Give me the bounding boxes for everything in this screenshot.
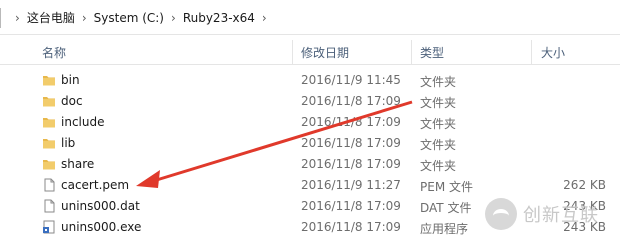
file-size: 262 KB	[563, 178, 606, 192]
column-divider[interactable]	[411, 40, 412, 64]
breadcrumb-ruby23[interactable]: Ruby23-x64	[183, 11, 255, 25]
file-date: 2016/11/8 17:09	[301, 94, 401, 108]
column-headers: 名称 修改日期 类型 大小	[0, 40, 620, 65]
column-header-date[interactable]: 修改日期	[301, 44, 349, 61]
file-name: bin	[61, 73, 80, 87]
file-icon	[42, 199, 56, 213]
file-type: PEM 文件	[420, 180, 473, 194]
file-date: 2016/11/8 17:09	[301, 220, 401, 234]
chevron-right-icon[interactable]: ›	[262, 11, 267, 25]
folder-icon	[42, 73, 56, 87]
file-type: 文件夹	[420, 117, 457, 131]
column-header-type[interactable]: 类型	[420, 44, 444, 61]
file-date: 2016/11/8 17:09	[301, 115, 401, 129]
column-divider[interactable]	[292, 40, 293, 64]
file-type: DAT 文件	[420, 201, 472, 215]
file-type: 文件夹	[420, 159, 457, 173]
chevron-right-icon[interactable]: ›	[171, 11, 176, 25]
file-row[interactable]: share 2016/11/8 17:09 文件夹	[0, 154, 620, 175]
file-date: 2016/11/9 11:27	[301, 178, 401, 192]
file-type: 文件夹	[420, 75, 457, 89]
file-type: 文件夹	[420, 138, 457, 152]
exe-icon	[42, 220, 56, 234]
file-date: 2016/11/8 17:09	[301, 136, 401, 150]
chevron-right-icon[interactable]: ›	[82, 11, 87, 25]
folder-icon	[42, 157, 56, 171]
file-type: 文件夹	[420, 96, 457, 110]
address-bar-edge	[0, 8, 1, 28]
file-icon	[42, 178, 56, 192]
folder-icon	[42, 136, 56, 150]
file-row[interactable]: cacert.pem 2016/11/9 11:27 PEM 文件 262 KB	[0, 175, 620, 196]
chevron-right-icon[interactable]: ›	[15, 11, 20, 25]
watermark-logo-icon	[485, 198, 517, 230]
file-name: lib	[61, 136, 76, 150]
folder-icon	[42, 94, 56, 108]
file-date: 2016/11/8 17:09	[301, 199, 401, 213]
column-header-size[interactable]: 大小	[541, 44, 565, 61]
file-type: 应用程序	[420, 222, 469, 236]
file-row[interactable]: bin 2016/11/9 11:45 文件夹	[0, 70, 620, 91]
folder-icon	[42, 115, 56, 129]
file-date: 2016/11/9 11:45	[301, 73, 401, 87]
file-name: unins000.dat	[61, 199, 140, 213]
file-date: 2016/11/8 17:09	[301, 157, 401, 171]
column-divider[interactable]	[531, 40, 532, 64]
breadcrumb-system-c[interactable]: System (C:)	[94, 11, 164, 25]
breadcrumb-this-pc[interactable]: 这台电脑	[27, 9, 75, 26]
file-name: unins000.exe	[61, 220, 142, 234]
column-header-name[interactable]: 名称	[42, 44, 66, 61]
file-row[interactable]: lib 2016/11/8 17:09 文件夹	[0, 133, 620, 154]
file-name: share	[61, 157, 95, 171]
file-row[interactable]: include 2016/11/8 17:09 文件夹	[0, 112, 620, 133]
breadcrumb: › 这台电脑 › System (C:) › Ruby23-x64 ›	[8, 9, 274, 26]
address-bar[interactable]: › 这台电脑 › System (C:) › Ruby23-x64 ›	[0, 0, 620, 35]
watermark: 创新互联	[485, 198, 599, 230]
file-name: include	[61, 115, 105, 129]
watermark-text: 创新互联	[523, 205, 599, 226]
file-row[interactable]: doc 2016/11/8 17:09 文件夹	[0, 91, 620, 112]
file-name: cacert.pem	[61, 178, 130, 192]
file-name: doc	[61, 94, 83, 108]
